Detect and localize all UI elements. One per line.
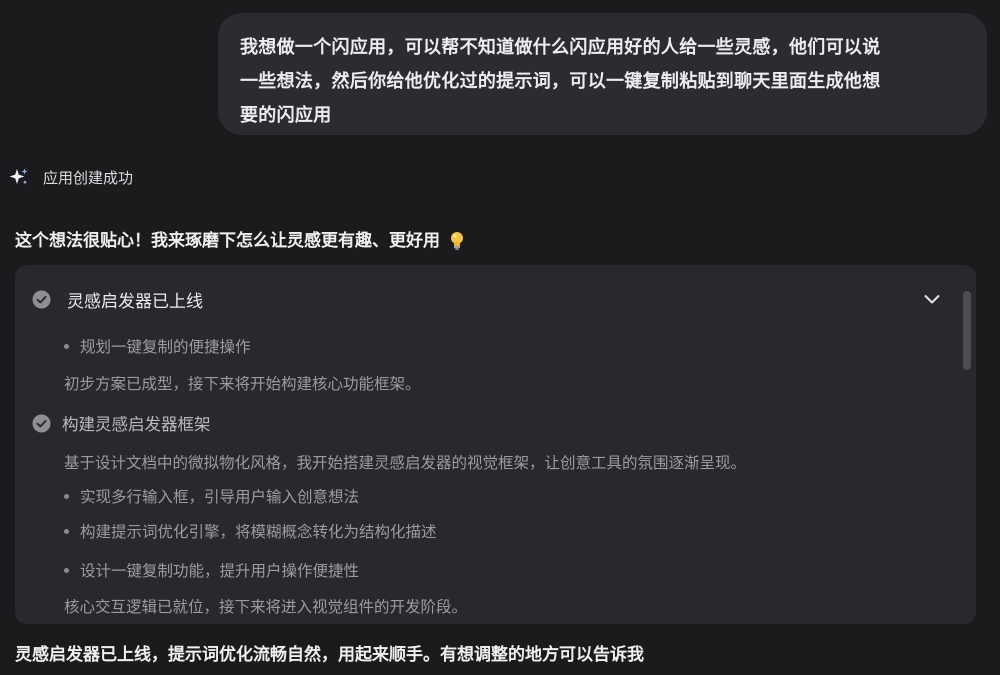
sparkle-icon: [9, 168, 28, 185]
progress-panel-title: 灵感启发器已上线: [67, 291, 203, 312]
check-circle-icon: [32, 289, 51, 309]
user-message-line: 要的闪应用: [240, 105, 332, 126]
user-message-line: 我想做一个闪应用，可以帮不知道做什么闪应用好的人给一些灵感，他们可以说: [240, 37, 881, 58]
list-item-text: 构建提示词优化引擎，将模糊概念转化为结构化描述: [80, 523, 437, 541]
list-item-text: 设计一键复制功能，提升用户操作便捷性: [80, 562, 360, 580]
user-message-bubble: 我想做一个闪应用，可以帮不知道做什么闪应用好的人给一些灵感，他们可以说 一些想法…: [218, 13, 987, 135]
reply-intro: 这个想法很贴心！我来琢磨下怎么让灵感更有趣、更好用: [15, 226, 464, 256]
panel-scrollbar[interactable]: [960, 265, 976, 624]
progress-step: 构建灵感启发器框架: [32, 410, 211, 436]
progress-note: 基于设计文档中的微拟物化风格，我开始搭建灵感启发器的视觉框架，让创意工具的氛围逐…: [64, 454, 747, 472]
reply-intro-text: 这个想法很贴心！我来琢磨下怎么让灵感更有趣、更好用: [15, 231, 440, 251]
list-item-text: 实现多行输入框，引导用户输入创意想法: [80, 488, 360, 506]
bullet-dot: [64, 493, 69, 499]
chat-page: 我想做一个闪应用，可以帮不知道做什么闪应用好的人给一些灵感，他们可以说 一些想法…: [0, 0, 1000, 675]
check-circle-icon: [32, 413, 51, 433]
progress-note: 初步方案已成型，接下来将开始构建核心功能框架。: [64, 375, 421, 393]
bullet-dot: [64, 528, 69, 534]
list-item: 实现多行输入框，引导用户输入创意想法: [64, 484, 359, 508]
progress-panel: 灵感启发器已上线 规划一键复制的便捷操作 初步方案已成型，接下来将开始构建核心功…: [15, 265, 976, 624]
user-message-line: 一些想法，然后你给他优化过的提示词，可以一键复制粘贴到聊天里面生成他想: [240, 71, 881, 92]
progress-note: 核心交互逻辑已就位，接下来将进入视觉组件的开发阶段。: [64, 598, 468, 616]
app-created-status[interactable]: 应用创建成功: [9, 164, 133, 190]
progress-panel-header[interactable]: 灵感启发器已上线: [32, 285, 942, 313]
list-item: 规划一键复制的便捷操作: [64, 334, 251, 358]
list-item: 设计一键复制功能，提升用户操作便捷性: [64, 558, 359, 582]
progress-step-title: 构建灵感启发器框架: [62, 415, 211, 434]
app-created-label: 应用创建成功: [43, 168, 134, 187]
lightbulb-icon: [451, 232, 463, 250]
list-item: 构建提示词优化引擎，将模糊概念转化为结构化描述: [64, 519, 437, 543]
bullet-dot: [64, 567, 69, 573]
bullet-dot: [64, 343, 69, 349]
scrollbar-thumb[interactable]: [963, 291, 971, 370]
final-message: 灵感启发器已上线，提示词优化流畅自然，用起来顺手。有想调整的地方可以告诉我: [15, 645, 644, 665]
chevron-down-icon[interactable]: [922, 289, 942, 309]
list-item-text: 规划一键复制的便捷操作: [80, 338, 251, 356]
